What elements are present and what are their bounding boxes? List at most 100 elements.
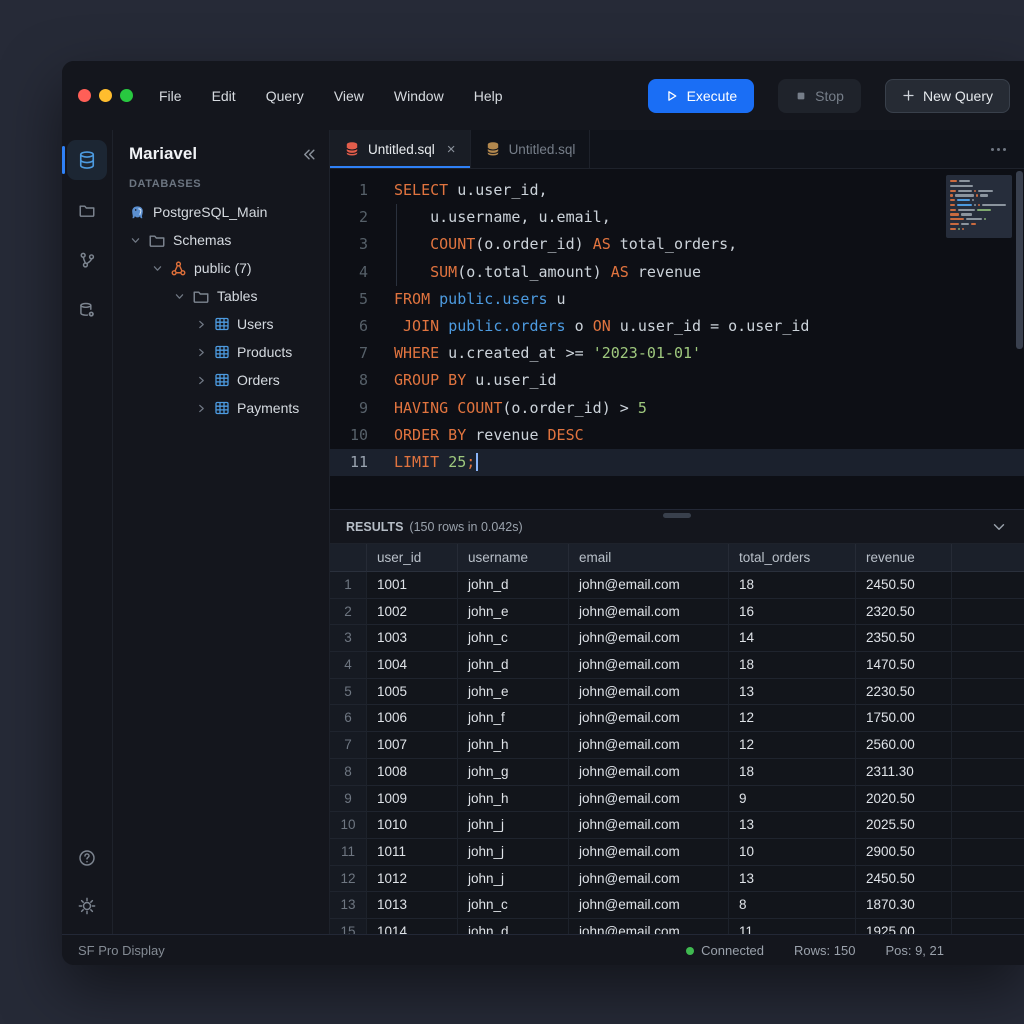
table-row[interactable]: 81008john_gjohn@email.com182311.30 [330,759,1024,786]
table-row[interactable]: 111011john_jjohn@email.com102900.50 [330,839,1024,866]
table-cell: 13 [729,679,856,706]
collapse-results-icon[interactable] [990,518,1008,536]
table-row[interactable]: 41004john_djohn@email.com181470.50 [330,652,1024,679]
table-cell: john@email.com [569,732,729,759]
table-row[interactable]: 31003john_cjohn@email.com142350.50 [330,625,1024,652]
menu-item-edit[interactable]: Edit [212,88,236,104]
table-cell: 2560.00 [856,732,952,759]
rail-item-git-branch[interactable] [67,240,107,280]
table-cell: 18 [729,652,856,679]
table-cell: john_d [458,572,569,599]
table-row[interactable]: 131013john_cjohn@email.com81870.30 [330,892,1024,919]
tab-overflow-icon[interactable] [973,130,1024,168]
table-icon [214,372,230,388]
minimize-window-button[interactable] [99,89,112,102]
editor-tab-1[interactable]: Untitled.sql× [330,130,471,168]
tree-item-tables[interactable]: Tables [113,282,329,310]
schema-tree: Schemas public (7) TablesUsersProductsOrde… [113,226,329,422]
close-tab-icon[interactable]: × [447,141,456,158]
table-cell: john_g [458,759,569,786]
tree-item-public-7-[interactable]: public (7) [113,254,329,282]
menu-item-help[interactable]: Help [474,88,503,104]
editor-scrollbar-thumb[interactable] [1016,171,1023,349]
status-bar: SF Pro Display Connected Rows: 150 Pos: … [62,934,1024,965]
tree-item-schemas[interactable]: Schemas [113,226,329,254]
table-row[interactable]: 61006john_fjohn@email.com121750.00 [330,705,1024,732]
plus-icon [902,89,915,102]
table-cell: 2311.30 [856,759,952,786]
table-header-row: user_idusernameemailtotal_ordersrevenue [330,544,1024,572]
table-cell: 1004 [367,652,458,679]
table-cell: 18 [729,572,856,599]
chevron-down-icon[interactable] [129,235,141,246]
menu-item-query[interactable]: Query [266,88,304,104]
menu-item-file[interactable]: File [159,88,182,104]
column-header-email[interactable]: email [569,544,729,572]
chevron-down-icon[interactable] [173,291,185,302]
sql-editor[interactable]: 1SELECT u.user_id,2 u.username, u.email,… [330,169,1024,509]
chevron-right-icon[interactable] [195,319,207,330]
play-icon [665,89,679,103]
table-cell: 2320.50 [856,599,952,626]
new-query-button[interactable]: New Query [885,79,1010,113]
menu-item-view[interactable]: View [334,88,364,104]
column-header-user_id[interactable]: user_id [367,544,458,572]
tree-item-label: Payments [237,400,299,416]
code-text: LIMIT 25; [394,449,478,476]
table-row[interactable]: 121012john_jjohn@email.com132450.50 [330,866,1024,893]
code-line-8: 8GROUP BY u.user_id [330,367,1024,394]
tree-item-users[interactable]: Users [113,310,329,338]
editor-tab-2[interactable]: Untitled.sql [471,130,591,168]
table-cell: john@email.com [569,572,729,599]
rail-item-folder[interactable] [67,190,107,230]
column-header-filler [952,544,1024,572]
column-header-username[interactable]: username [458,544,569,572]
rail-item-settings[interactable] [67,886,107,926]
menu-item-window[interactable]: Window [394,88,444,104]
table-row[interactable]: 101010john_jjohn@email.com132025.50 [330,812,1024,839]
table-cell: john@email.com [569,625,729,652]
code-line-6: 6 JOIN public.orders o ON u.user_id = o.… [330,313,1024,340]
row-filler [952,732,1024,759]
table-row[interactable]: 51005john_ejohn@email.com132230.50 [330,679,1024,706]
stop-button[interactable]: Stop [778,79,861,113]
editor-minimap[interactable] [946,175,1012,238]
collapse-sidebar-icon[interactable] [300,146,317,163]
rows-count-label: Rows: 150 [794,943,855,958]
tree-item-payments[interactable]: Payments [113,394,329,422]
table-cell: john_f [458,705,569,732]
chevron-right-icon[interactable] [195,403,207,414]
rail-item-help[interactable] [67,838,107,878]
table-row[interactable]: 11001john_djohn@email.com182450.50 [330,572,1024,599]
chevron-down-icon[interactable] [151,263,163,274]
table-cell: john_c [458,625,569,652]
execute-button[interactable]: Execute [648,79,755,113]
close-window-button[interactable] [78,89,91,102]
zoom-window-button[interactable] [120,89,133,102]
table-cell: 1005 [367,679,458,706]
row-number: 4 [330,652,367,679]
table-cell: 16 [729,599,856,626]
tree-item-label: public (7) [194,260,252,276]
menu-bar: File Edit Query View Window Help [159,88,503,104]
table-row[interactable]: 21002john_ejohn@email.com162320.50 [330,599,1024,626]
table-cell: 1003 [367,625,458,652]
table-row[interactable]: 71007john_hjohn@email.com122560.00 [330,732,1024,759]
row-filler [952,679,1024,706]
table-cell: 11 [729,919,856,934]
column-header-total_orders[interactable]: total_orders [729,544,856,572]
panel-resize-handle[interactable] [663,513,691,518]
tree-item-orders[interactable]: Orders [113,366,329,394]
chevron-right-icon[interactable] [195,375,207,386]
table-cell: 1008 [367,759,458,786]
rail-item-database-gear[interactable] [67,290,107,330]
chevron-right-icon[interactable] [195,347,207,358]
column-header-revenue[interactable]: revenue [856,544,952,572]
table-row[interactable]: 91009john_hjohn@email.com92020.50 [330,786,1024,813]
table-cell: john@email.com [569,786,729,813]
rail-item-database[interactable] [67,140,107,180]
table-row[interactable]: 151014john_djohn@email.com111925.00 [330,919,1024,934]
connection-item[interactable]: PostgreSQL_Main [113,198,329,226]
table-cell: john_d [458,919,569,934]
tree-item-products[interactable]: Products [113,338,329,366]
